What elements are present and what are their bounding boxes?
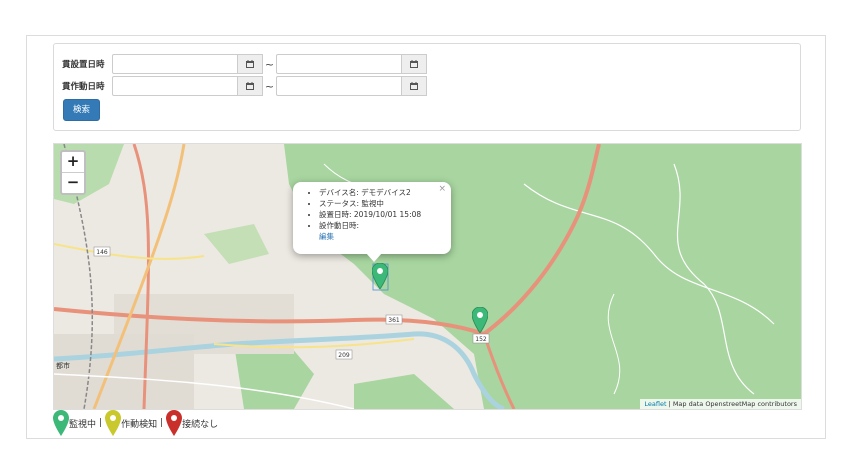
legend-disconnected: 接続なし <box>182 419 219 430</box>
range-separator: ~ <box>264 57 275 71</box>
popup-close-button[interactable]: × <box>438 184 446 194</box>
red-pin-icon <box>166 410 183 436</box>
legend-separator: | <box>160 418 164 428</box>
green-marker-icon[interactable] <box>472 307 488 333</box>
install-date-from-input[interactable] <box>112 54 238 74</box>
green-pin-icon <box>53 410 69 436</box>
install-date-to-input[interactable] <box>276 54 402 74</box>
install-date-row: 貫設置日時 ~ <box>62 53 427 75</box>
search-panel: 貫設置日時 ~ 貫作動日時 ~ 検索 <box>53 43 801 131</box>
operation-date-text: 設作動日時: <box>319 221 360 230</box>
zoom-control: + − <box>60 150 86 195</box>
map-view[interactable]: 361 152 209 146 都市 + − × デバイス名: デモデバイス2 … <box>53 143 802 410</box>
install-date-label: 貫設置日時 <box>62 60 105 70</box>
calendar-icon <box>246 82 254 90</box>
range-separator: ~ <box>264 79 275 93</box>
device-name-item: デバイス名: デモデバイス2 <box>319 187 451 198</box>
calendar-button[interactable] <box>238 76 263 96</box>
marker-legend: 監視中 | 作動検知 | 接続なし <box>53 410 221 436</box>
road-label-152: 152 <box>475 336 487 343</box>
device-popup: × デバイス名: デモデバイス2 ステータス: 監視中 設置日時: 2019/1… <box>293 182 451 254</box>
edit-link[interactable]: 編集 <box>319 231 451 242</box>
calendar-icon <box>410 82 418 90</box>
calendar-icon <box>410 60 418 68</box>
operation-date-item: 設作動日時:編集 <box>319 220 451 242</box>
road-label-146: 146 <box>96 249 108 256</box>
operation-date-label: 貫作動日時 <box>62 82 105 92</box>
zoom-in-button[interactable]: + <box>62 152 84 173</box>
operation-date-from-input[interactable] <box>112 76 238 96</box>
attribution-text: | Map data OpenstreetMap contributors <box>666 400 797 408</box>
calendar-icon <box>246 60 254 68</box>
operation-date-to-input[interactable] <box>276 76 402 96</box>
calendar-button[interactable] <box>402 76 427 96</box>
map-attribution: Leaflet | Map data OpenstreetMap contrib… <box>640 399 801 409</box>
legend-separator: | <box>99 418 103 428</box>
yellow-pin-icon <box>105 410 122 436</box>
popup-details: デバイス名: デモデバイス2 ステータス: 監視中 設置日時: 2019/10/… <box>293 182 451 242</box>
road-label-209: 209 <box>338 352 350 359</box>
city-label: 都市 <box>56 361 70 370</box>
calendar-button[interactable] <box>402 54 427 74</box>
popup-tip <box>366 253 382 262</box>
zoom-out-button[interactable]: − <box>62 173 84 193</box>
legend-monitoring: 監視中 <box>69 419 97 430</box>
road-label-361: 361 <box>388 317 400 324</box>
status-item: ステータス: 監視中 <box>319 198 451 209</box>
calendar-button[interactable] <box>238 54 263 74</box>
green-marker-icon[interactable] <box>372 263 388 289</box>
search-button[interactable]: 検索 <box>63 99 100 121</box>
leaflet-link[interactable]: Leaflet <box>644 400 666 408</box>
legend-detected: 作動検知 <box>121 419 158 430</box>
operation-date-row: 貫作動日時 ~ <box>62 75 427 97</box>
install-date-item: 設置日時: 2019/10/01 15:08 <box>319 209 451 220</box>
